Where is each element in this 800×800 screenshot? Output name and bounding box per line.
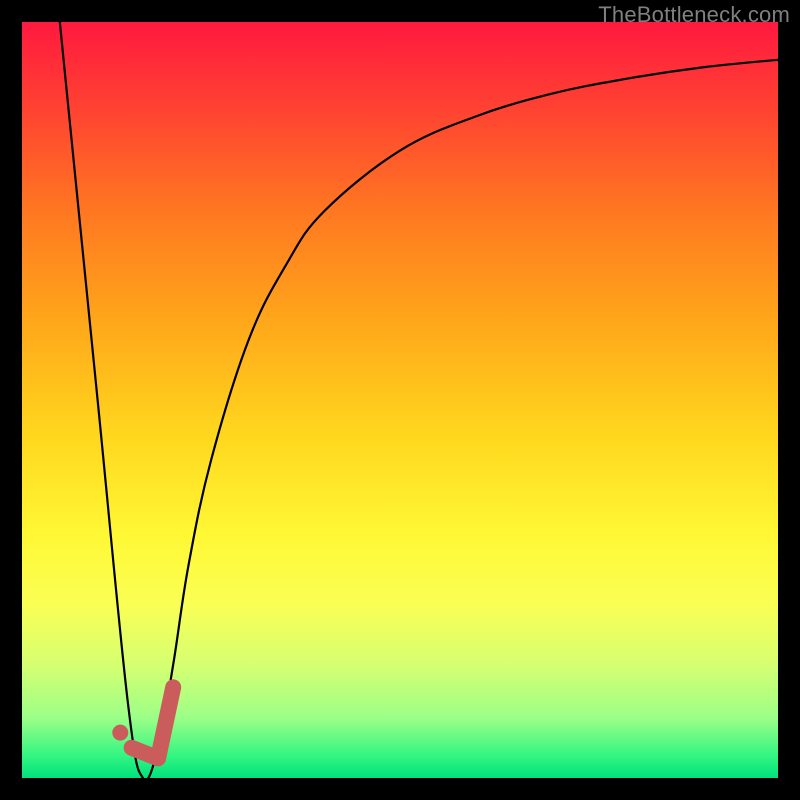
j-marker-stroke — [132, 687, 174, 758]
bottleneck-plot — [22, 22, 778, 778]
chart-area — [22, 22, 778, 778]
bottleneck-curve — [60, 22, 778, 778]
watermark-text: TheBottleneck.com — [598, 2, 790, 28]
j-marker-dot — [112, 725, 128, 741]
